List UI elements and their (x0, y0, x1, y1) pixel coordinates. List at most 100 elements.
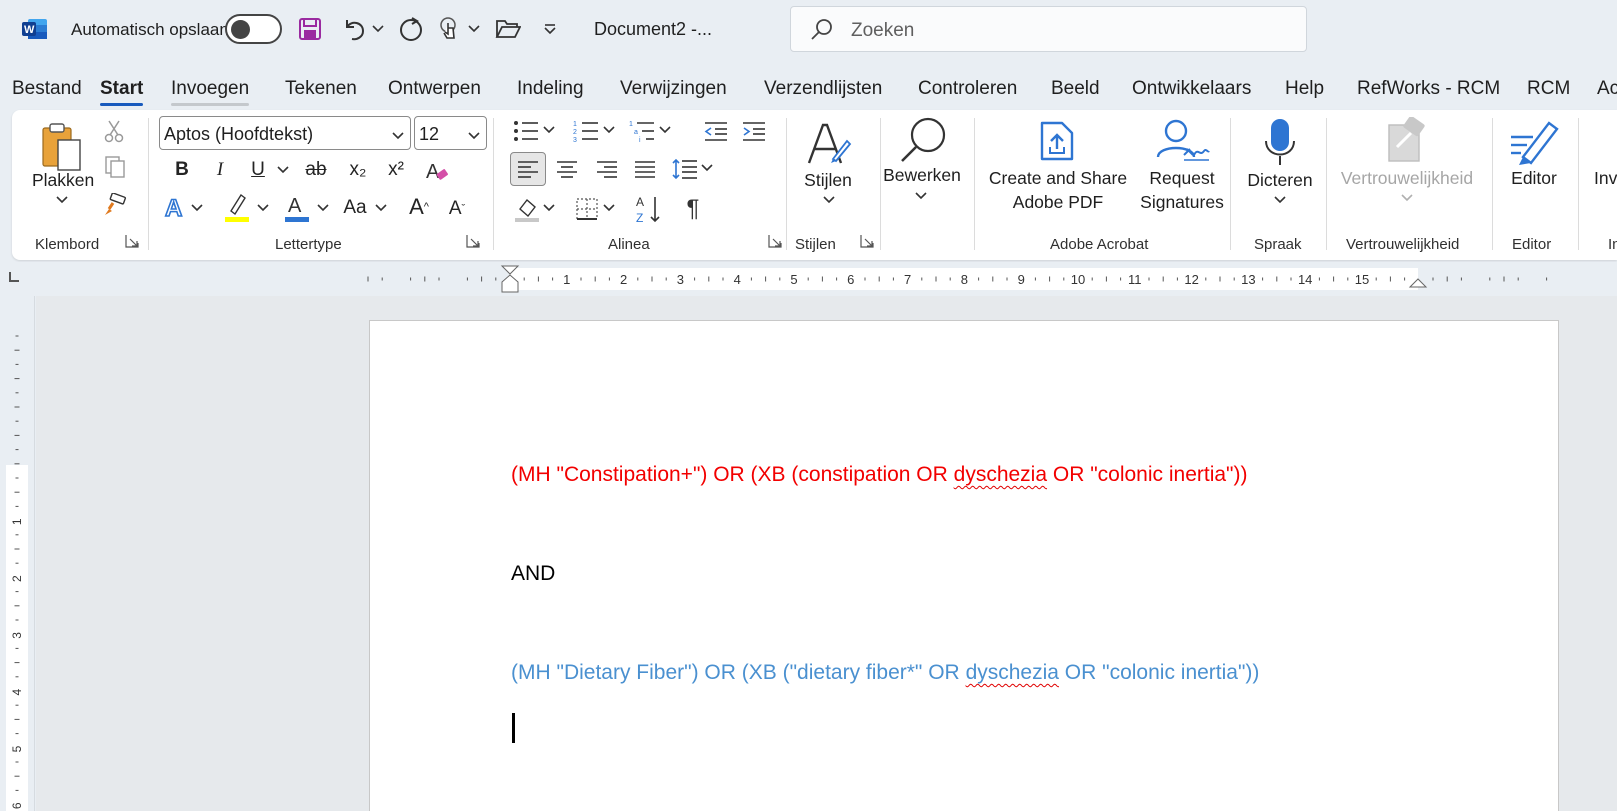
text-effects-icon[interactable]: A (160, 192, 190, 222)
save-icon[interactable] (296, 14, 324, 44)
borders-dropdown-icon[interactable] (602, 202, 616, 214)
font-launcher-icon[interactable] (466, 234, 480, 248)
misspelled-word[interactable]: dyschezia (966, 661, 1059, 684)
customize-toolbar-icon[interactable] (541, 14, 559, 44)
grow-font-button[interactable]: A ^ (404, 192, 434, 222)
numbering-dropdown-icon[interactable] (602, 124, 616, 136)
tab-verwijzingen[interactable]: Verwijzingen (620, 78, 727, 100)
horizontal-ruler[interactable]: 1 2 3 4 5 6 7 8 9 10 11 12 13 14 15 (0, 262, 1617, 296)
font-size-select[interactable]: 12 (414, 116, 487, 150)
find-icon[interactable] (892, 114, 952, 166)
editor-label[interactable]: Editor (1502, 166, 1566, 190)
highlight-dropdown-icon[interactable] (256, 202, 270, 214)
paste-dropdown-icon[interactable] (52, 194, 72, 206)
tab-verzendlijsten[interactable]: Verzendlijsten (764, 78, 882, 100)
tab-ontwikkelaars[interactable]: Ontwikkelaars (1132, 78, 1251, 100)
tab-refworks[interactable]: RefWorks - RCM (1357, 78, 1500, 100)
microphone-icon[interactable] (1260, 116, 1300, 168)
touch-mode-icon[interactable] (436, 14, 464, 44)
tab-start[interactable]: Start (100, 78, 144, 106)
strikethrough-button[interactable]: ab (300, 156, 332, 184)
dictate-dropdown-icon[interactable] (1273, 194, 1287, 206)
align-center-icon[interactable] (552, 154, 582, 184)
redo-icon[interactable] (396, 14, 426, 44)
shading-icon[interactable] (512, 194, 542, 224)
tab-bestand[interactable]: Bestand (12, 78, 82, 100)
tab-help[interactable]: Help (1285, 78, 1324, 100)
change-case-dropdown-icon[interactable] (374, 202, 388, 214)
tab-overflow[interactable]: Ac (1597, 78, 1617, 100)
editing-dropdown-icon[interactable] (914, 190, 928, 202)
undo-dropdown-icon[interactable] (370, 14, 386, 44)
editing-label[interactable]: Bewerken (882, 163, 962, 187)
tab-indeling[interactable]: Indeling (517, 78, 584, 100)
format-painter-icon[interactable] (102, 192, 128, 218)
line-spacing-dropdown-icon[interactable] (700, 162, 714, 174)
underline-dropdown-icon[interactable] (276, 164, 290, 176)
create-share-label-2[interactable]: Adobe PDF (988, 190, 1128, 214)
tab-beeld[interactable]: Beeld (1051, 78, 1100, 100)
bullets-dropdown-icon[interactable] (542, 124, 556, 136)
cut-icon[interactable] (102, 118, 126, 144)
document-title[interactable]: Document2 -... (594, 19, 712, 40)
autosave-toggle[interactable] (225, 14, 282, 44)
superscript-button[interactable]: x² (382, 156, 410, 184)
clear-formatting-icon[interactable]: A (422, 156, 452, 186)
request-signatures-icon[interactable] (1152, 116, 1212, 164)
search-line-2[interactable]: (MH "Dietary Fiber") OR (XB ("dietary fi… (511, 661, 1259, 685)
copy-icon[interactable] (102, 154, 128, 180)
styles-icon[interactable] (802, 118, 854, 170)
undo-icon[interactable] (339, 14, 369, 44)
tab-invoegen[interactable]: Invoegen (171, 78, 250, 106)
request-label-2[interactable]: Signatures (1122, 190, 1242, 214)
justify-icon[interactable] (630, 154, 660, 184)
paragraph-launcher-icon[interactable] (768, 234, 782, 248)
open-folder-icon[interactable] (493, 14, 523, 44)
font-color-dropdown-icon[interactable] (316, 202, 330, 214)
request-label-1[interactable]: Request (1122, 166, 1242, 190)
search-box[interactable]: Zoeken (790, 6, 1307, 52)
tab-rcm[interactable]: RCM (1527, 78, 1570, 100)
highlight-icon[interactable] (222, 190, 252, 224)
align-right-icon[interactable] (592, 154, 622, 184)
tab-tekenen[interactable]: Tekenen (285, 78, 357, 100)
dictate-label[interactable]: Dicteren (1238, 168, 1322, 192)
paste-label[interactable]: Plakken (32, 168, 94, 192)
tab-ontwerpen[interactable]: Ontwerpen (388, 78, 481, 100)
create-share-pdf-icon[interactable] (1036, 118, 1080, 164)
shrink-font-button[interactable]: Aˇ (442, 194, 472, 224)
show-formatting-marks-icon[interactable]: ¶ (678, 194, 708, 224)
align-left-button[interactable] (510, 152, 546, 186)
multilevel-list-icon[interactable]: 1ai (628, 118, 656, 144)
numbering-icon[interactable]: 123 (572, 118, 600, 144)
multilevel-dropdown-icon[interactable] (658, 124, 672, 136)
underline-button[interactable]: U (244, 156, 272, 184)
change-case-button[interactable]: Aa (338, 194, 372, 222)
clipboard-launcher-icon[interactable] (125, 234, 139, 248)
styles-label[interactable]: Stijlen (794, 168, 862, 192)
styles-dropdown-icon[interactable] (822, 194, 836, 206)
operator-line[interactable]: AND (511, 562, 555, 586)
bullets-icon[interactable] (512, 118, 540, 144)
vertical-ruler[interactable]: 1 2 3 4 5 6 (0, 296, 35, 811)
shading-dropdown-icon[interactable] (542, 202, 556, 214)
text-effects-dropdown-icon[interactable] (190, 202, 204, 214)
document-page[interactable]: (MH "Constipation+") OR (XB (constipatio… (369, 320, 1559, 811)
sort-icon[interactable]: AZ (634, 192, 664, 226)
font-color-icon[interactable]: A (282, 190, 312, 224)
misspelled-word[interactable]: dyschezia (954, 463, 1047, 486)
subscript-button[interactable]: x₂ (344, 156, 372, 184)
insights-label[interactable]: Inv (1594, 166, 1617, 190)
font-name-select[interactable]: Aptos (Hoofdtekst) (159, 116, 411, 150)
styles-launcher-icon[interactable] (860, 234, 874, 248)
tab-controleren[interactable]: Controleren (918, 78, 1017, 100)
touch-dropdown-icon[interactable] (466, 14, 482, 44)
create-share-label-1[interactable]: Create and Share (988, 166, 1128, 190)
borders-icon[interactable] (572, 194, 602, 224)
decrease-indent-icon[interactable] (702, 118, 730, 144)
bold-button[interactable]: B (168, 156, 196, 184)
editor-icon[interactable] (1508, 116, 1562, 166)
italic-button[interactable]: I (206, 156, 234, 184)
line-spacing-icon[interactable] (670, 154, 700, 184)
increase-indent-icon[interactable] (740, 118, 768, 144)
